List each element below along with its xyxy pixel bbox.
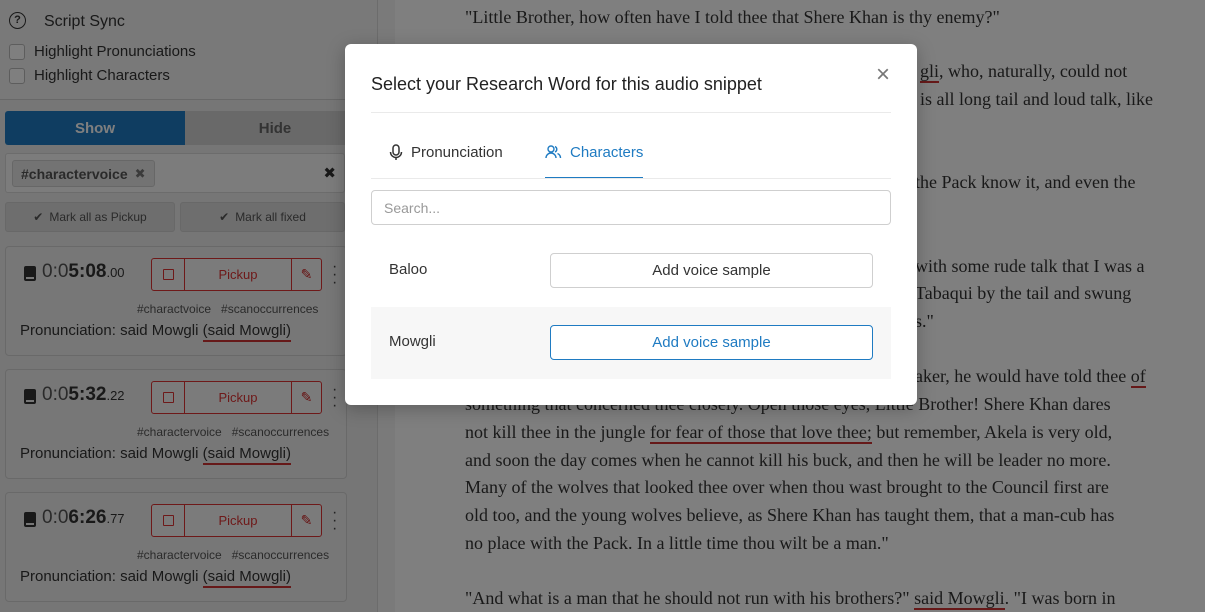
modal-divider	[371, 112, 891, 113]
character-row: Baloo Add voice sample	[371, 235, 891, 307]
tab-characters[interactable]: Characters	[545, 144, 644, 179]
tab-characters-label: Characters	[570, 144, 644, 161]
users-icon	[545, 145, 562, 159]
add-voice-sample-button[interactable]: Add voice sample	[550, 253, 873, 288]
add-voice-sample-button[interactable]: Add voice sample	[550, 325, 873, 360]
search-input[interactable]	[371, 190, 891, 225]
character-row: Mowgli Add voice sample	[371, 307, 891, 379]
tab-pronunciation[interactable]: Pronunciation	[389, 144, 503, 179]
tab-underline	[371, 178, 891, 179]
character-name: Mowgli	[389, 333, 436, 350]
microphone-icon	[389, 144, 403, 160]
character-name: Baloo	[389, 261, 428, 278]
modal-title: Select your Research Word for this audio…	[371, 74, 762, 94]
research-word-modal: Select your Research Word for this audio…	[345, 44, 917, 405]
tab-pronunciation-label: Pronunciation	[411, 144, 503, 161]
close-icon[interactable]: ×	[872, 63, 894, 87]
